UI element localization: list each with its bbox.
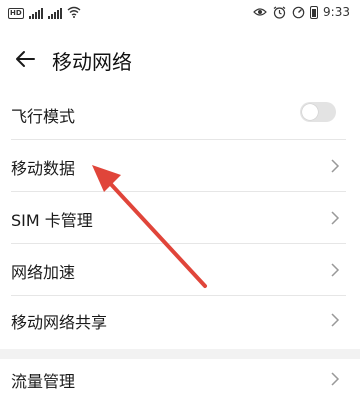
battery-icon xyxy=(310,5,319,19)
status-left-group: HD xyxy=(8,5,81,19)
toggle-knob xyxy=(302,104,318,120)
page-title: 移动网络 xyxy=(52,50,132,74)
settings-row-label: 飞行模式 xyxy=(11,107,76,126)
signal-icon-secondary xyxy=(47,8,62,19)
chevron-right-icon xyxy=(330,312,340,328)
chevron-right-icon xyxy=(330,158,340,174)
chevron-right-icon xyxy=(330,371,340,387)
chevron-right-icon xyxy=(330,210,340,226)
settings-row-label: 移动网络共享 xyxy=(11,313,108,332)
page-header: 移动网络 xyxy=(0,38,360,82)
settings-row-label: 移动数据 xyxy=(11,159,76,178)
settings-row-label: SIM 卡管理 xyxy=(11,211,93,230)
wifi-icon xyxy=(67,5,81,19)
status-time: 9:33 xyxy=(323,5,350,19)
signal-icon xyxy=(28,8,43,19)
status-bar: HD 9:33 xyxy=(0,0,360,26)
settings-row-sim-management[interactable]: SIM 卡管理 xyxy=(0,192,360,244)
eye-icon xyxy=(253,5,267,19)
hd-badge: HD xyxy=(8,8,24,19)
settings-row-label: 网络加速 xyxy=(11,263,76,282)
chevron-right-icon xyxy=(330,262,340,278)
speedometer-icon xyxy=(291,5,305,19)
settings-row-label: 流量管理 xyxy=(11,372,76,391)
alarm-icon xyxy=(272,5,286,19)
settings-row-airplane-mode[interactable]: 飞行模式 xyxy=(0,88,360,140)
settings-row-mobile-data[interactable]: 移动数据 xyxy=(0,140,360,192)
settings-row-hotspot-sharing[interactable]: 移动网络共享 xyxy=(0,294,360,346)
airplane-mode-toggle[interactable] xyxy=(300,102,336,122)
back-arrow-icon[interactable] xyxy=(14,48,36,70)
settings-row-network-acceleration[interactable]: 网络加速 xyxy=(0,244,360,296)
settings-row-data-usage[interactable]: 流量管理 xyxy=(0,353,360,405)
status-right-group: 9:33 xyxy=(253,5,350,19)
